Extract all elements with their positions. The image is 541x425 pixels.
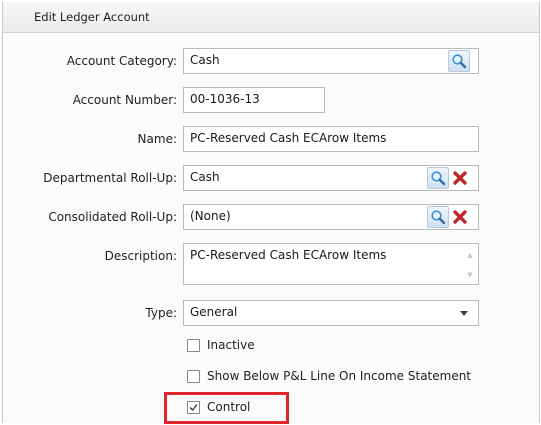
type-select[interactable]: General	[183, 300, 479, 326]
name-label: Name:	[137, 132, 177, 146]
departmental-rollup-clear-button[interactable]	[450, 167, 470, 189]
description-field[interactable]: PC-Reserved Cash ECArow Items ▲ ▼	[183, 243, 479, 285]
departmental-rollup-lookup-button[interactable]	[427, 167, 449, 189]
description-text: PC-Reserved Cash ECArow Items	[190, 248, 387, 262]
type-select-value: General	[190, 305, 238, 319]
name-field[interactable]: PC-Reserved Cash ECArow Items	[183, 126, 479, 152]
account-category-lookup-button[interactable]	[448, 50, 470, 72]
departmental-rollup-label: Departmental Roll-Up:	[43, 171, 177, 185]
control-highlight-box	[164, 392, 289, 424]
consolidated-rollup-label: Consolidated Roll-Up:	[48, 210, 177, 224]
scroll-down-icon[interactable]: ▼	[466, 272, 474, 279]
magnifier-icon	[431, 171, 446, 186]
consolidated-rollup-lookup-button[interactable]	[427, 206, 449, 228]
account-category-field[interactable]: Cash	[183, 48, 479, 74]
inactive-checkbox-label: Inactive	[207, 338, 255, 352]
show-below-pl-checkbox-label: Show Below P&L Line On Income Statement	[207, 369, 472, 383]
account-number-label: Account Number:	[72, 93, 177, 107]
description-label: Description:	[104, 249, 177, 263]
consolidated-rollup-clear-button[interactable]	[450, 206, 470, 228]
inactive-checkbox[interactable]	[187, 339, 200, 352]
red-x-icon	[453, 171, 467, 185]
scroll-up-icon[interactable]: ▲	[466, 252, 474, 259]
show-below-pl-checkbox[interactable]	[187, 370, 200, 383]
panel-title: Edit Ledger Account	[34, 10, 150, 24]
panel-header: Edit Ledger Account	[3, 2, 539, 33]
magnifier-icon	[431, 210, 446, 225]
type-label: Type:	[145, 306, 177, 320]
account-number-field[interactable]: 00-1036-13	[183, 87, 325, 113]
magnifier-icon	[452, 54, 467, 69]
chevron-down-icon[interactable]	[460, 311, 468, 316]
account-category-label: Account Category:	[66, 54, 177, 68]
red-x-icon	[453, 210, 467, 224]
